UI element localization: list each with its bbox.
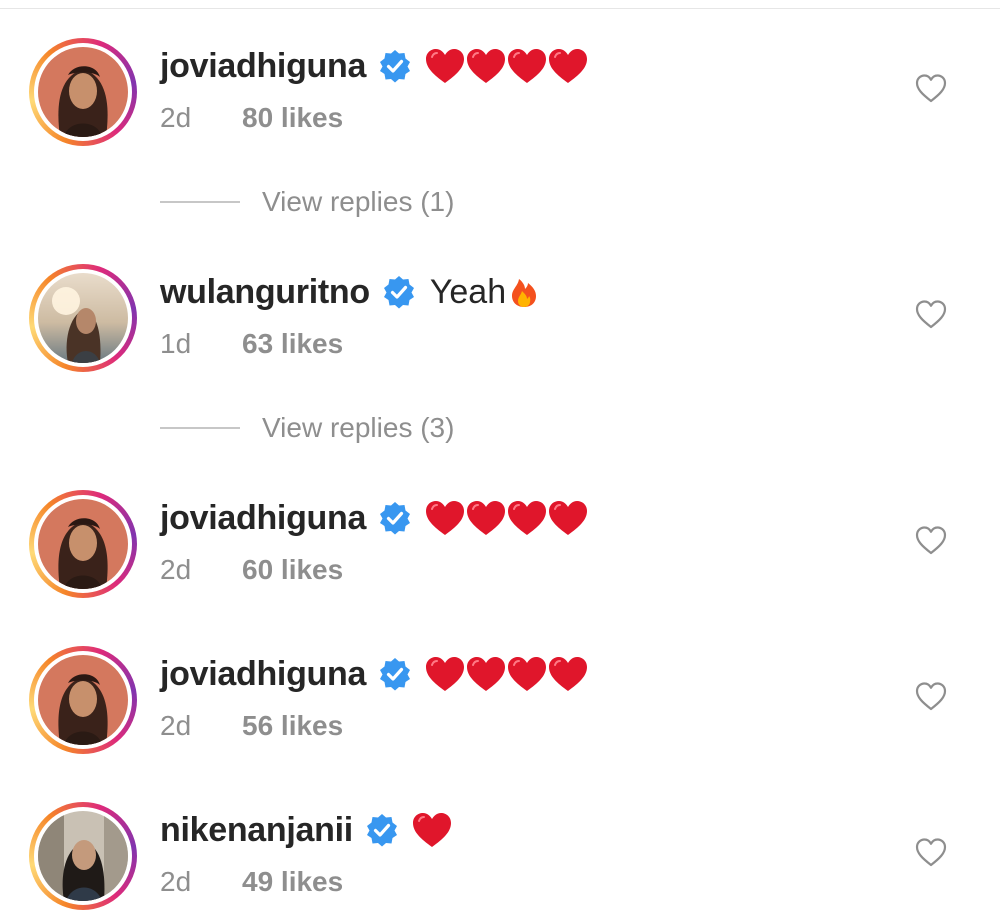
replies-divider-line: [160, 427, 240, 429]
avatar: [38, 273, 128, 363]
red-heart-emoji-icon: [549, 657, 588, 691]
username[interactable]: nikenanjanii: [160, 811, 353, 850]
reaction-emoji: [424, 655, 588, 693]
comment-time: 1d: [160, 328, 192, 359]
likes-count[interactable]: 80 likes: [242, 102, 343, 134]
red-heart-emoji-icon: [508, 49, 547, 83]
heart-outline-icon[interactable]: [914, 298, 948, 330]
verified-badge-icon: [378, 657, 412, 691]
reaction-emoji: [424, 47, 588, 85]
red-heart-emoji-icon: [426, 501, 465, 535]
view-replies-button[interactable]: View replies (3): [160, 408, 454, 448]
red-heart-emoji-icon: [508, 657, 547, 691]
red-heart-emoji-icon: [549, 501, 588, 535]
avatar: [38, 47, 128, 137]
avatar-story-ring[interactable]: [29, 802, 137, 910]
avatar-story-ring[interactable]: [29, 490, 137, 598]
likes-count[interactable]: 63 likes: [242, 328, 343, 360]
comment-item: wulanguritno Yeah 1d 63 likes: [0, 264, 1000, 384]
red-heart-emoji-icon: [549, 49, 588, 83]
comment-text: Yeah: [430, 273, 538, 312]
avatar: [38, 499, 128, 589]
fire-emoji-icon: [512, 279, 537, 307]
heart-outline-icon[interactable]: [914, 836, 948, 868]
red-heart-emoji-icon: [467, 501, 506, 535]
likes-count[interactable]: 49 likes: [242, 866, 343, 898]
red-heart-emoji-icon: [426, 49, 465, 83]
comment-item: nikenanjanii 2d 49 likes: [0, 802, 1000, 922]
username[interactable]: wulanguritno: [160, 273, 370, 312]
comment-text-value: Yeah: [429, 272, 507, 311]
username[interactable]: joviadhiguna: [160, 499, 366, 538]
red-heart-emoji-icon: [467, 657, 506, 691]
username[interactable]: joviadhiguna: [160, 655, 366, 694]
heart-outline-icon[interactable]: [914, 680, 948, 712]
red-heart-emoji-icon: [508, 501, 547, 535]
comment-time: 2d: [160, 866, 192, 897]
view-replies-label: View replies (1): [262, 186, 455, 217]
avatar: [38, 655, 128, 745]
comment-item: joviadhiguna 2d 56 likes: [0, 646, 1000, 766]
likes-count[interactable]: 56 likes: [242, 710, 343, 742]
comment-time: 2d: [160, 554, 192, 585]
verified-badge-icon: [365, 813, 399, 847]
view-replies-label: View replies (3): [262, 412, 455, 443]
red-heart-emoji-icon: [467, 49, 506, 83]
comment-time: 2d: [160, 710, 192, 741]
avatar-story-ring[interactable]: [29, 264, 137, 372]
avatar: [38, 811, 128, 901]
heart-outline-icon[interactable]: [914, 524, 948, 556]
replies-divider-line: [160, 201, 240, 203]
avatar-story-ring[interactable]: [29, 646, 137, 754]
verified-badge-icon: [378, 501, 412, 535]
heart-outline-icon[interactable]: [914, 72, 948, 104]
top-divider: [0, 8, 1000, 9]
red-heart-emoji-icon: [426, 657, 465, 691]
view-replies-button[interactable]: View replies (1): [160, 182, 454, 222]
verified-badge-icon: [382, 275, 416, 309]
username[interactable]: joviadhiguna: [160, 47, 366, 86]
verified-badge-icon: [378, 49, 412, 83]
red-heart-emoji-icon: [412, 813, 451, 847]
comment-item: joviadhiguna 2d 80 likes: [0, 38, 1000, 158]
reaction-emoji: [424, 499, 588, 537]
avatar-story-ring[interactable]: [29, 38, 137, 146]
comment-item: joviadhiguna 2d 60 likes: [0, 490, 1000, 610]
reaction-emoji: [411, 811, 452, 849]
likes-count[interactable]: 60 likes: [242, 554, 343, 586]
comment-time: 2d: [160, 102, 192, 133]
